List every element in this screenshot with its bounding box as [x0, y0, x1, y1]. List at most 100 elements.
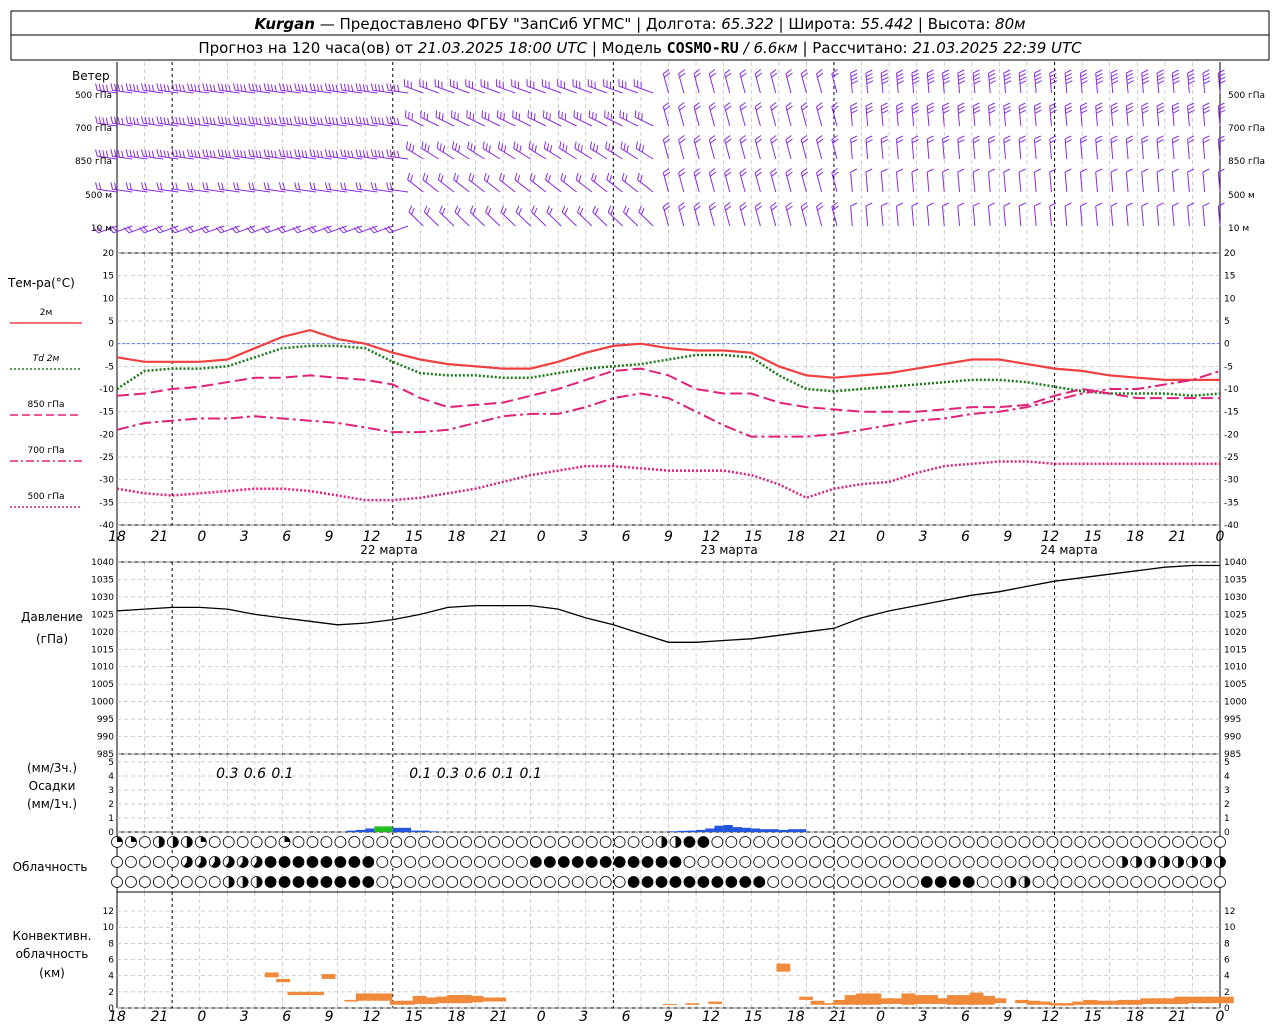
- cloud-symbol: [306, 876, 319, 888]
- press-tick-right: 1015: [1224, 645, 1247, 655]
- wind-barb-feather: [816, 168, 823, 174]
- wind-barb-feather: [942, 102, 950, 107]
- wind-barb-feather: [565, 145, 568, 153]
- wind-barb-feather: [297, 83, 301, 91]
- conv-tick-left: 4: [108, 972, 114, 982]
- wind-barb-feather: [454, 143, 458, 151]
- wind-barb-feather: [1172, 202, 1179, 207]
- wind-barb-feather: [141, 182, 144, 190]
- cloud-symbol: [879, 856, 891, 868]
- wind-barb-feather: [217, 182, 221, 190]
- wind-barb-feather: [865, 73, 873, 78]
- wind-barb-feather: [678, 69, 685, 75]
- wind-barb-feather: [1019, 76, 1027, 81]
- wind-barb: [437, 179, 455, 193]
- wind-barb: [708, 172, 715, 193]
- press-tick-right: 995: [1224, 715, 1241, 725]
- press-tick-left: 990: [97, 733, 114, 743]
- wind-barb-feather: [679, 72, 686, 78]
- hour-label-top: 9: [664, 529, 673, 545]
- wind-barb-feather: [619, 110, 621, 118]
- wind-barb: [724, 172, 731, 193]
- cloud-symbol: [571, 836, 584, 848]
- wind-barb-feather: [1034, 69, 1041, 74]
- wind-barb-feather: [754, 168, 762, 174]
- wind-barb-feather: [973, 139, 980, 144]
- wind-barb-feather: [786, 205, 793, 211]
- wind-barb-feather: [800, 102, 808, 108]
- wind-barb: [482, 147, 501, 160]
- cloud-symbol: [851, 876, 863, 888]
- wind-barb-feather: [453, 172, 457, 180]
- wind-barb: [1064, 206, 1068, 227]
- wind-barb-feather: [1141, 69, 1149, 74]
- cloud-symbol: [1088, 876, 1101, 888]
- wind-barb: [513, 147, 531, 160]
- wind-barb-feather: [988, 139, 996, 144]
- press-tick-right: 990: [1224, 733, 1241, 743]
- precip-bar: [392, 827, 402, 832]
- wind-title: Ветер: [72, 69, 110, 83]
- wind-barb-feather: [1003, 69, 1011, 74]
- wind-barb-feather: [957, 102, 965, 107]
- wind-barb-feather: [213, 117, 216, 125]
- cloud-symbol: [1004, 836, 1017, 848]
- wind-barb: [865, 206, 869, 227]
- wind-barb-feather: [451, 141, 455, 149]
- wind-barb-feather: [817, 138, 824, 144]
- wind-barb-feather: [771, 105, 778, 111]
- wind-barb-feather: [1202, 168, 1210, 173]
- cloud-symbol: [627, 836, 640, 848]
- wind-barb-feather: [755, 205, 763, 211]
- wind-barb-feather: [771, 171, 778, 177]
- wind-barb: [708, 139, 715, 160]
- press-tick-left: 1025: [91, 610, 114, 620]
- press-tick-right: 1005: [1224, 680, 1247, 690]
- wind-barb-feather: [427, 145, 430, 153]
- wind-barb-feather: [1203, 106, 1210, 111]
- wind-barb-feather: [129, 116, 132, 124]
- precip-bar: [429, 831, 439, 832]
- wind-barb-feather: [270, 84, 274, 92]
- wind-barb-feather: [533, 113, 536, 121]
- cloud-symbol: [739, 856, 752, 868]
- wind-barb-feather: [638, 143, 642, 151]
- wind-barb-feather: [623, 143, 626, 151]
- precip-tick-right: 4: [1224, 772, 1230, 782]
- cloud-symbol: [795, 876, 808, 888]
- wind-barb-feather: [132, 84, 136, 92]
- wind-barb-feather: [304, 150, 308, 158]
- wind-barb: [498, 147, 516, 160]
- wind-barb-feather: [770, 102, 777, 108]
- wind-barb-feather: [1049, 135, 1057, 140]
- wind-barb: [575, 179, 593, 193]
- wind-barb-feather: [378, 150, 381, 158]
- hour-label-top: 9: [1003, 529, 1012, 545]
- cloud-symbol: [892, 876, 905, 888]
- wind-barb-feather: [286, 84, 289, 92]
- wind-barb-feather: [911, 73, 919, 78]
- wind-barb-feather: [911, 202, 919, 207]
- wind-barb-feather: [725, 105, 732, 111]
- precip-total-label: 0.6: [244, 766, 266, 782]
- cloud-symbol: [152, 856, 165, 868]
- cloud-symbol: [976, 876, 989, 888]
- wind-barb-feather: [381, 150, 385, 158]
- wind-barb-feather: [850, 139, 858, 144]
- wind-barb-feather: [187, 83, 190, 91]
- wind-barb-feather: [527, 110, 529, 118]
- wind-barb-feather: [911, 69, 919, 74]
- wind-barb: [1003, 206, 1007, 227]
- wind-barb-feather: [693, 168, 700, 174]
- wind-barb-feather: [1187, 139, 1195, 144]
- wind-barb-feather: [896, 106, 904, 111]
- wind-barb-feather: [725, 171, 732, 177]
- temp-tick-right: 10: [1224, 294, 1236, 304]
- wind-barb-feather: [228, 117, 231, 125]
- precip-tick-right: 5: [1224, 758, 1230, 768]
- wind-barb-feather: [927, 80, 935, 85]
- wind-barb-feather: [1172, 135, 1179, 140]
- wind-barb-feather: [389, 182, 393, 190]
- wind-barb-feather: [957, 106, 965, 111]
- precip-tick-left: 5: [108, 758, 114, 768]
